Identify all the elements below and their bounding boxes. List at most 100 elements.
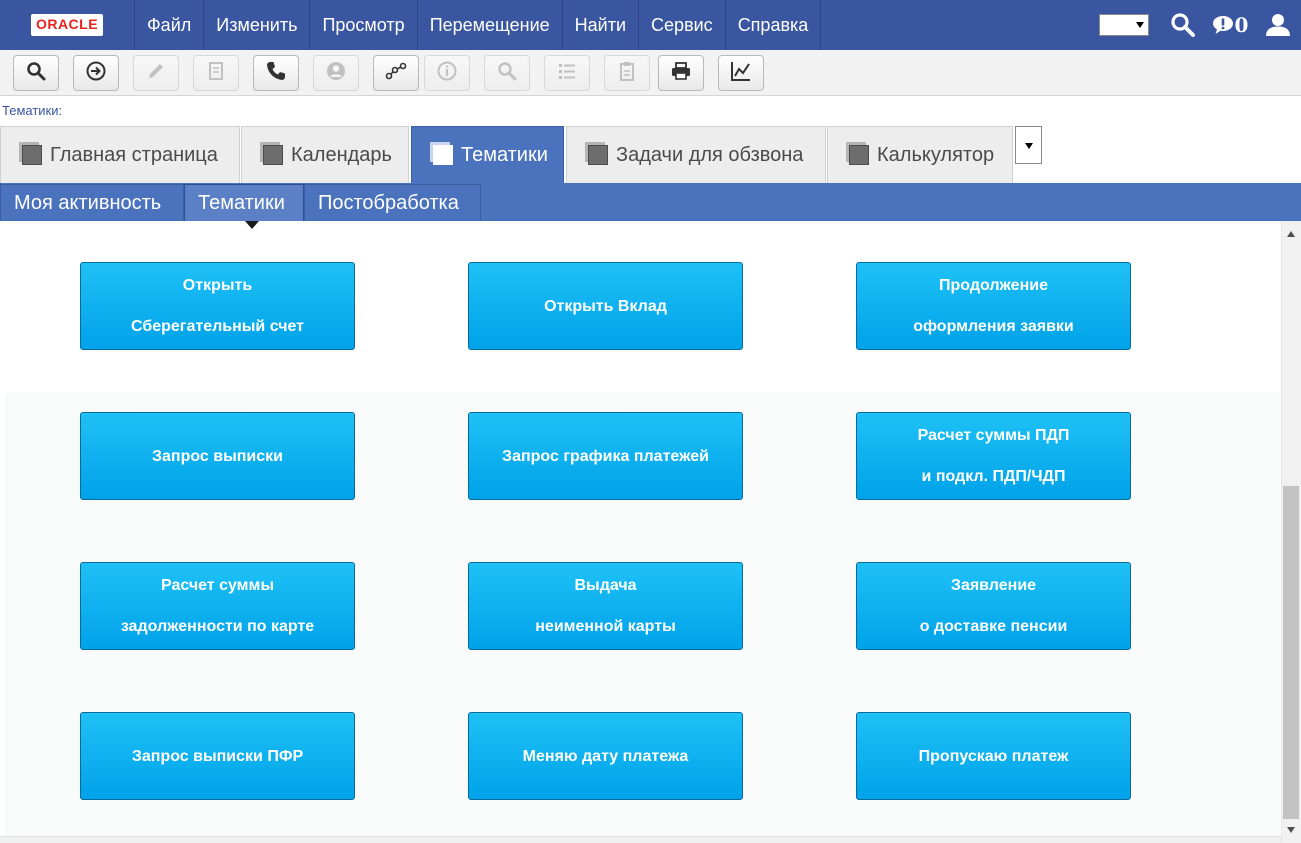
notification-icon[interactable]: 0 [1205,0,1255,50]
tile-skip-payment[interactable]: Пропускаю платеж [856,712,1131,800]
phone-icon [265,60,287,87]
tab-window-icon [263,145,283,165]
print-icon [670,60,692,87]
tile-open-deposit[interactable]: Открыть Вклад [468,262,743,350]
tile-line: Пропускаю платеж [918,747,1069,765]
contact-button[interactable] [313,55,359,91]
more-tabs-dropdown[interactable] [1015,126,1042,164]
tile-pfr-statement[interactable]: Запрос выписки ПФР [80,712,355,800]
menu-view[interactable]: Просмотр [310,0,418,50]
tab-window-icon [433,145,453,165]
tile-payment-schedule[interactable]: Запрос графика платежей [468,412,743,500]
go-icon [85,60,107,87]
logo-text: ORACLE [35,16,99,32]
menu-bar: ORACLE Файл Изменить Просмотр Перемещени… [0,0,1301,50]
document-icon [205,60,227,87]
tile-pension-delivery[interactable]: Заявление о доставке пенсии [856,562,1131,650]
vertical-scrollbar[interactable] [1281,221,1301,843]
contact-icon [325,60,347,87]
menu-tools[interactable]: Сервис [639,0,726,50]
search-icon [496,60,518,87]
tile-statement-request[interactable]: Запрос выписки [80,412,355,500]
tab-call-tasks[interactable]: Задачи для обзвона [566,126,826,183]
queue-select[interactable] [1099,14,1149,36]
menu-navigate[interactable]: Перемещение [418,0,563,50]
search-icon[interactable] [1161,0,1205,50]
bottom-border [0,836,1281,843]
tile-open-savings[interactable]: Открыть Сберегательный счет [80,262,355,350]
notification-count: 0 [1234,13,1249,37]
list-button[interactable] [544,55,590,91]
tab-label: Главная страница [50,143,218,166]
tile-line: Запрос выписки [151,447,283,465]
tile-line: Открыть Вклад [544,297,667,315]
tile-line: Запрос выписки ПФР [131,747,304,765]
tile-line: Расчет суммы [160,577,275,594]
list-icon [556,60,578,87]
clipboard-icon [616,60,638,87]
tile-issue-card[interactable]: Выдача неименной карты [468,562,743,650]
tab-label: Календарь [291,143,392,166]
phone-button[interactable] [253,55,299,91]
tile-line: Продолжение [939,277,1048,294]
tab-calendar[interactable]: Календарь [241,126,409,183]
workflow-icon [385,60,407,87]
breadcrumb: Тематики: [2,103,63,118]
tile-line: неименной карты [535,618,676,635]
tab-home[interactable]: Главная страница [0,126,240,183]
query-icon [25,60,47,87]
document-button[interactable] [193,55,239,91]
tile-continue-application[interactable]: Продолжение оформления заявки [856,262,1131,350]
tile-line: о доставке пенсии [919,618,1068,635]
tile-change-payment-date[interactable]: Меняю дату платежа [468,712,743,800]
topics-content: Открыть Сберегательный счет Открыть Вкла… [0,221,1281,836]
user-icon[interactable] [1255,0,1301,50]
tab-topics[interactable]: Тематики [411,126,564,183]
oracle-logo: ORACLE [0,0,135,50]
toolbar [0,50,1301,96]
tile-line: Меняю дату платежа [522,747,689,765]
info-icon [436,60,458,87]
tab-label: Калькулятор [877,143,995,166]
tab-window-icon [22,145,42,165]
menu-edit[interactable]: Изменить [204,0,311,50]
tile-line: Заявление [950,577,1037,594]
tile-line: Выдача [574,577,637,594]
view-tabs-bar: Моя активность Тематики Постобработка [0,183,1301,221]
go-button[interactable] [73,55,119,91]
tile-line: Сберегательный счет [131,318,304,335]
subtab-my-activity[interactable]: Моя активность [0,184,184,221]
subtab-postprocessing[interactable]: Постобработка [304,184,481,221]
find-button[interactable] [484,55,530,91]
query-button[interactable] [13,55,59,91]
subtab-topics[interactable]: Тематики [184,184,304,221]
tile-line: Расчет суммы ПДП [917,427,1070,444]
tile-line: Запрос графика платежей [502,447,709,465]
tile-line: задолженности по карте [120,618,315,635]
scroll-up-arrow-icon[interactable] [1287,231,1295,237]
tab-window-icon [588,145,608,165]
clipboard-button[interactable] [604,55,650,91]
tab-calculator[interactable]: Калькулятор [827,126,1013,183]
tile-line: и подкл. ПДП/ЧДП [921,468,1066,485]
tile-card-debt[interactable]: Расчет суммы задолженности по карте [80,562,355,650]
menu-find[interactable]: Найти [563,0,640,50]
tab-label: Тематики [461,143,548,166]
tab-label: Задачи для обзвона [616,143,804,166]
menu-help[interactable]: Справка [726,0,822,50]
menu-file[interactable]: Файл [135,0,205,50]
scroll-thumb[interactable] [1283,486,1299,819]
edit-icon [145,60,167,87]
info-button[interactable] [424,55,470,91]
workflow-button[interactable] [373,55,419,91]
chart-icon [730,60,752,87]
scroll-down-arrow-icon[interactable] [1287,827,1295,833]
tab-window-icon [849,145,869,165]
chart-button[interactable] [718,55,764,91]
tile-line: оформления заявки [913,318,1074,335]
tile-early-repayment[interactable]: Расчет суммы ПДП и подкл. ПДП/ЧДП [856,412,1131,500]
print-button[interactable] [658,55,704,91]
active-subtab-pointer [245,221,259,229]
edit-button[interactable] [133,55,179,91]
tile-line: Открыть [182,277,253,294]
